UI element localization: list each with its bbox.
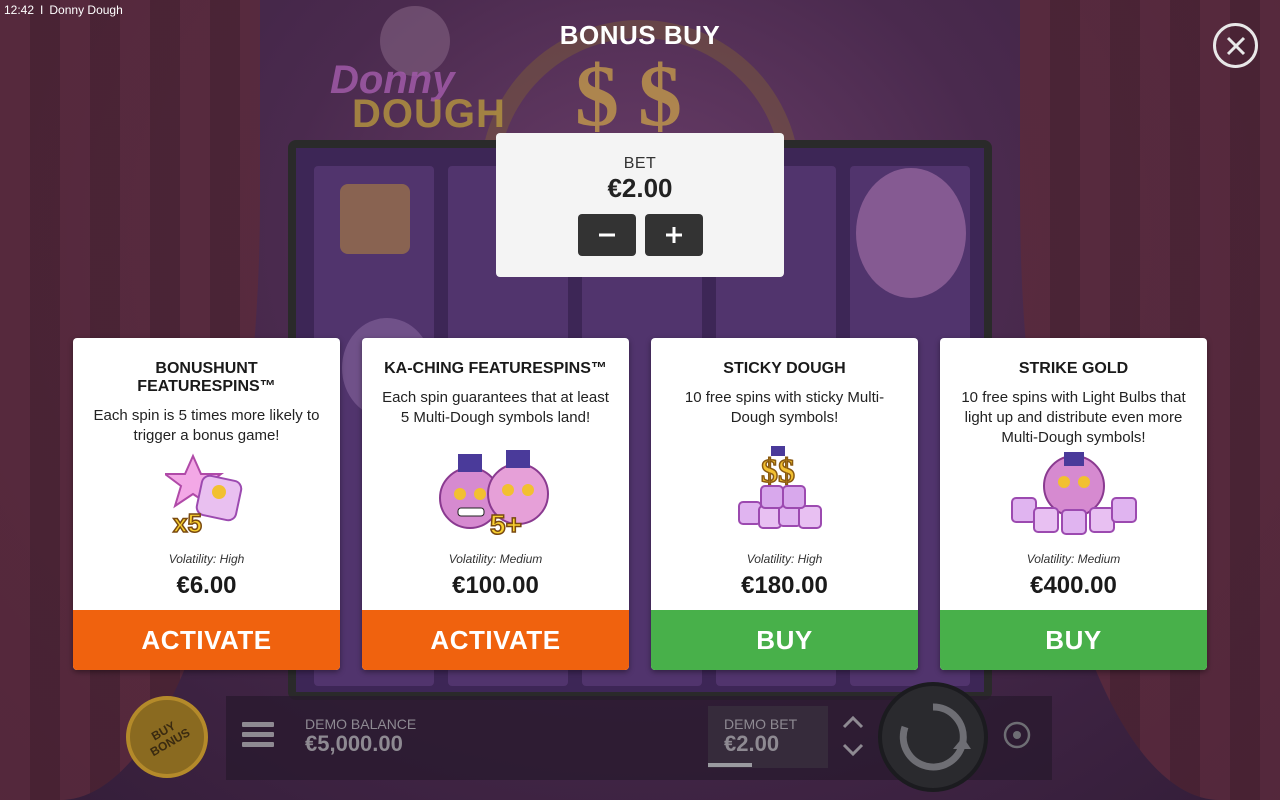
safe-symbol (340, 184, 410, 254)
logo-text-dough: DOUGH (352, 92, 506, 136)
card-volatility: Volatility: Medium (1026, 552, 1121, 566)
card-volatility: Volatility: Medium (448, 552, 543, 566)
card-volatility: Volatility: High (168, 552, 245, 566)
buy-bonus-label: BUY BONUS (147, 718, 193, 760)
card-title: STICKY DOUGH (723, 360, 846, 377)
bonus-card-strike-gold: STRIKE GOLD 10 free spins with Light Bul… (940, 338, 1207, 670)
card-volatility: Volatility: High (746, 552, 823, 566)
demo-balance-value: €5,000.00 (305, 731, 403, 756)
spin-icon (899, 703, 971, 771)
close-icon (1226, 36, 1245, 55)
dollar-sign-decoration: $ (575, 48, 619, 145)
clown-dice-icon (1011, 452, 1137, 535)
status-app-name: Donny Dough (49, 3, 123, 17)
activate-button[interactable]: ACTIVATE (73, 610, 340, 670)
card-price: €100.00 (452, 572, 539, 599)
demo-bet-value: €2.00 (724, 731, 780, 756)
buy-button[interactable]: BUY (940, 610, 1207, 670)
dice-star-icon: x5 (165, 453, 243, 536)
status-time: 12:42 (4, 3, 35, 17)
chevron-down-icon[interactable] (840, 740, 866, 760)
card-description: Each spin guarantees that at least 5 Mul… (382, 389, 609, 426)
card-price: €400.00 (1030, 572, 1117, 599)
bonus-card-sticky-dough: STICKY DOUGH 10 free spins with sticky M… (651, 338, 918, 670)
close-button[interactable] (1213, 23, 1258, 68)
demo-balance-label: DEMO BALANCE (305, 716, 417, 732)
status-separator: I (40, 3, 44, 17)
status-bar: 12:42 I Donny Dough (4, 2, 123, 18)
bet-level-indicator (708, 763, 752, 767)
card-title: STRIKE GOLD (1018, 360, 1129, 377)
card-description: Each spin is 5 times more likely to trig… (93, 407, 320, 444)
buy-button[interactable]: BUY (651, 610, 918, 670)
plus-icon (665, 227, 682, 243)
bet-panel: BET €2.00 (496, 133, 784, 277)
dollar-sign-decoration: $ (638, 48, 682, 145)
multiplier-badge: x5 (173, 508, 202, 536)
buy-bonus-button[interactable]: BUY BONUS (126, 696, 208, 778)
card-description: 10 free spins with Light Bulbs that ligh… (961, 389, 1186, 446)
bet-value: €2.00 (607, 173, 673, 203)
clown-pair-icon: 5+ (439, 450, 549, 540)
dice-pile-icon: $$ (738, 446, 822, 529)
minus-icon (598, 233, 615, 237)
dollar-signs-badge: $$ (761, 453, 795, 490)
clown-symbol (856, 168, 966, 298)
decrease-bet-button[interactable] (577, 214, 636, 256)
activate-button[interactable]: ACTIVATE (362, 610, 629, 670)
card-title: KA-CHING FEATURESPINS™ (384, 360, 607, 377)
autoplay-icon[interactable] (1000, 718, 1034, 752)
chevron-up-icon[interactable] (840, 712, 866, 732)
card-title: BONUSHUNT FEATURESPINS™ (137, 360, 276, 395)
bonus-buy-title: BONUS BUY (559, 20, 721, 50)
demo-bet-label: DEMO BET (724, 716, 798, 732)
bonus-card-ka-ching: KA-CHING FEATURESPINS™ Each spin guarant… (362, 338, 629, 670)
increase-bet-button[interactable] (644, 214, 703, 256)
count-badge: 5+ (490, 509, 522, 540)
hamburger-menu-icon[interactable] (242, 722, 274, 750)
card-description: 10 free spins with sticky Multi-Dough sy… (684, 389, 885, 426)
card-price: €6.00 (176, 572, 237, 599)
spin-button[interactable] (878, 682, 988, 792)
card-price: €180.00 (741, 572, 828, 599)
bet-label: BET (623, 155, 657, 172)
bonus-card-bonushunt: BONUSHUNT FEATURESPINS™ Each spin is 5 t… (73, 338, 340, 670)
